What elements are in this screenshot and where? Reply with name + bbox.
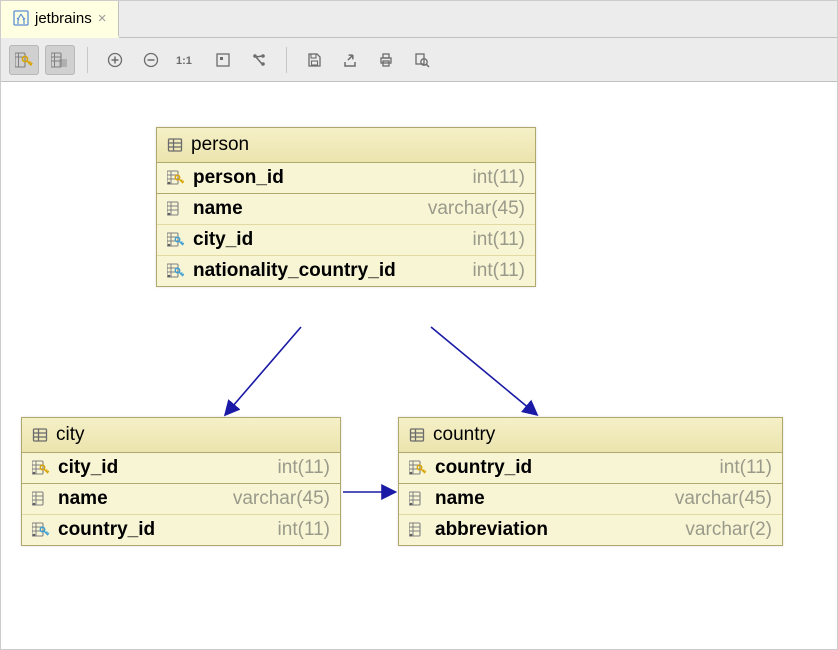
pk-column-icon: [167, 169, 185, 187]
tab-bar: jetbrains ×: [1, 1, 837, 38]
fk-column-icon: [167, 262, 185, 280]
toolbar: [1, 38, 837, 82]
column-name: name: [193, 198, 420, 220]
column-row[interactable]: country_id int(11): [399, 453, 782, 483]
column-row[interactable]: country_id int(11): [22, 515, 340, 545]
column-type: int(11): [278, 457, 330, 479]
column-row[interactable]: city_id int(11): [157, 225, 535, 256]
column-type: varchar(45): [675, 488, 772, 510]
column-type: int(11): [473, 167, 525, 189]
pk-column-icon: [32, 459, 50, 477]
table-header[interactable]: country: [399, 418, 782, 453]
separator: [286, 47, 287, 73]
column-type: int(11): [473, 229, 525, 251]
table-city[interactable]: city city_id int(11) name varchar(45) co…: [21, 417, 341, 546]
table-icon: [32, 427, 48, 443]
pk-column-icon: [409, 459, 427, 477]
column-icon: [167, 200, 185, 218]
table-header[interactable]: city: [22, 418, 340, 453]
column-row[interactable]: nationality_country_id int(11): [157, 256, 535, 286]
table-person[interactable]: person person_id int(11) name varchar(45…: [156, 127, 536, 287]
table-icon: [409, 427, 425, 443]
column-name: city_id: [193, 229, 465, 251]
column-row[interactable]: name varchar(45): [399, 484, 782, 515]
fk-column-icon: [32, 521, 50, 539]
column-icon: [32, 490, 50, 508]
fk-column-icon: [167, 231, 185, 249]
column-row[interactable]: name varchar(45): [157, 194, 535, 225]
table-name: person: [191, 134, 249, 156]
column-icon: [409, 490, 427, 508]
column-type: varchar(45): [428, 198, 525, 220]
column-name: name: [435, 488, 667, 510]
table-country[interactable]: country country_id int(11) name varchar(…: [398, 417, 783, 546]
column-name: country_id: [435, 457, 712, 479]
print-preview-button[interactable]: [407, 45, 437, 75]
column-type: varchar(45): [233, 488, 330, 510]
diagram-icon: [13, 10, 29, 26]
tab-jetbrains[interactable]: jetbrains ×: [1, 1, 119, 38]
zoom-out-button[interactable]: [136, 45, 166, 75]
table-header[interactable]: person: [157, 128, 535, 163]
column-row[interactable]: abbreviation varchar(2): [399, 515, 782, 545]
close-icon[interactable]: ×: [98, 10, 107, 27]
diagram-canvas[interactable]: person person_id int(11) name varchar(45…: [1, 82, 837, 648]
actual-size-button[interactable]: [172, 45, 202, 75]
column-name: country_id: [58, 519, 270, 541]
column-type: varchar(2): [685, 519, 772, 541]
table-icon: [167, 137, 183, 153]
column-name: person_id: [193, 167, 465, 189]
export-button[interactable]: [335, 45, 365, 75]
column-name: nationality_country_id: [193, 260, 465, 282]
zoom-in-button[interactable]: [100, 45, 130, 75]
column-type: int(11): [278, 519, 330, 541]
column-row[interactable]: city_id int(11): [22, 453, 340, 483]
table-name: country: [433, 424, 495, 446]
view-all-columns-button[interactable]: [45, 45, 75, 75]
fit-content-button[interactable]: [208, 45, 238, 75]
save-button[interactable]: [299, 45, 329, 75]
column-name: abbreviation: [435, 519, 677, 541]
table-name: city: [56, 424, 85, 446]
view-key-columns-button[interactable]: [9, 45, 39, 75]
column-row[interactable]: name varchar(45): [22, 484, 340, 515]
column-row[interactable]: person_id int(11): [157, 163, 535, 193]
tab-label: jetbrains: [35, 10, 92, 27]
column-name: name: [58, 488, 225, 510]
column-name: city_id: [58, 457, 270, 479]
separator: [87, 47, 88, 73]
column-icon: [409, 521, 427, 539]
print-button[interactable]: [371, 45, 401, 75]
column-type: int(11): [720, 457, 772, 479]
column-type: int(11): [473, 260, 525, 282]
layout-button[interactable]: [244, 45, 274, 75]
